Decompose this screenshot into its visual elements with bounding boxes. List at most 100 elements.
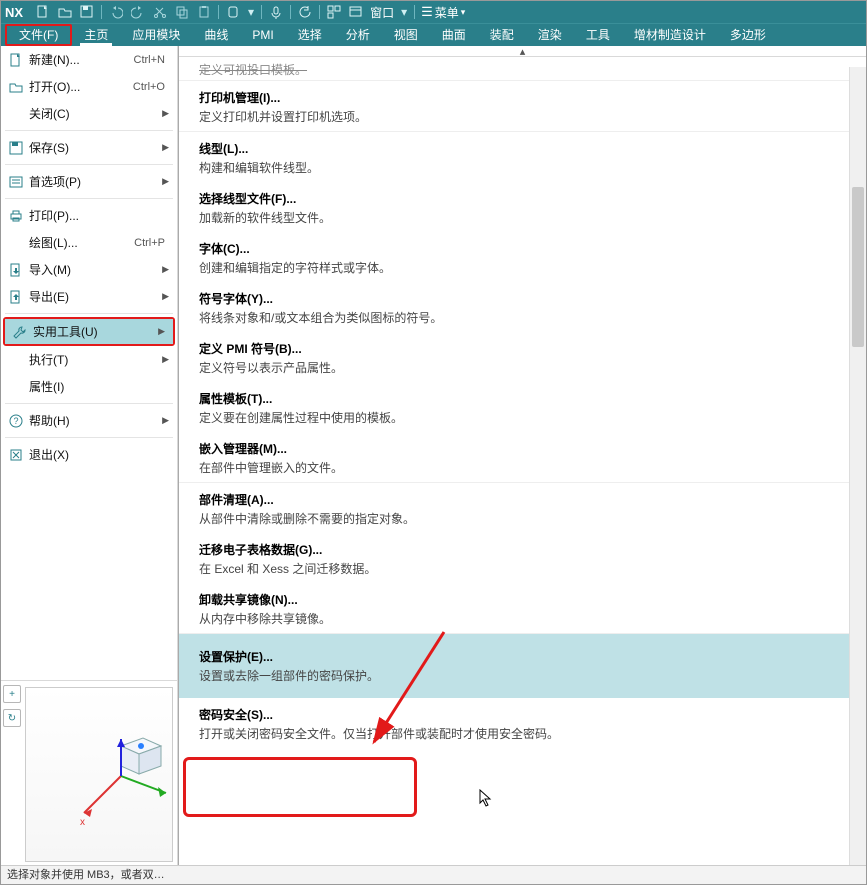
csys-triad-icon: x — [66, 721, 186, 831]
tab-render[interactable]: 渲染 — [526, 24, 574, 46]
file-exit-label: 退出(X) — [29, 446, 169, 463]
collapse-handle[interactable]: ▴ — [179, 46, 866, 57]
help-icon: ? — [7, 414, 25, 428]
file-exit[interactable]: 退出(X) — [1, 441, 177, 468]
file-open[interactable]: 打开(O)... Ctrl+O — [1, 73, 177, 100]
open-icon[interactable] — [57, 4, 73, 20]
tab-tools[interactable]: 工具 — [574, 24, 622, 46]
submenu-item-linetype[interactable]: 线型(L)... 构建和编辑软件线型。 — [179, 132, 866, 182]
file-close[interactable]: 关闭(C) ▶ — [1, 100, 177, 127]
cut-icon[interactable] — [152, 4, 168, 20]
file-execute[interactable]: 执行(T) ▶ — [1, 346, 177, 373]
submenu-item-migrate-xls[interactable]: 迁移电子表格数据(G)... 在 Excel 和 Xess 之间迁移数据。 — [179, 533, 866, 583]
file-save-label: 保存(S) — [29, 139, 158, 156]
refresh-icon[interactable] — [297, 4, 313, 20]
submenu-arrow-icon: ▶ — [162, 142, 169, 153]
scrollbar-thumb[interactable] — [852, 187, 864, 347]
tab-additive[interactable]: 增材制造设计 — [622, 24, 718, 46]
file-preferences[interactable]: 首选项(P) ▶ — [1, 168, 177, 195]
window-dropdown[interactable]: 窗口 — [370, 4, 394, 21]
menu-dropdown[interactable]: ☰ 菜单 ▾ — [421, 4, 465, 21]
submenu-item-pmi-symbols[interactable]: 定义 PMI 符号(B)... 定义符号以表示产品属性。 — [179, 332, 866, 382]
file-print[interactable]: 打印(P)... — [1, 202, 177, 229]
file-utilities[interactable]: 实用工具(U) ▶ — [5, 319, 173, 344]
submenu-item-embed-mgr[interactable]: 嵌入管理器(M)... 在部件中管理嵌入的文件。 — [179, 432, 866, 482]
file-utilities-highlight-box: 实用工具(U) ▶ — [3, 317, 175, 346]
tab-curve[interactable]: 曲线 — [192, 24, 240, 46]
preview-viewport[interactable]: x — [25, 687, 173, 862]
file-new-label: 新建(N)... — [29, 51, 130, 68]
submenu-desc: 从内存中移除共享镜像。 — [199, 610, 852, 627]
submenu-truncated-desc: 定义可视投口模板。 — [199, 61, 852, 78]
chevron-down-icon[interactable]: ▾ — [400, 4, 408, 20]
tab-analysis[interactable]: 分析 — [334, 24, 382, 46]
app-logo: NX — [5, 5, 23, 20]
submenu-item-set-protect[interactable]: 设置保护(E)... 设置或去除一组部件的密码保护。 — [179, 634, 866, 698]
file-new[interactable]: 新建(N)... Ctrl+N — [1, 46, 177, 73]
copy-icon[interactable] — [174, 4, 190, 20]
tab-file[interactable]: 文件(F) — [5, 24, 72, 46]
tab-surface[interactable]: 曲面 — [430, 24, 478, 46]
chevron-down-icon[interactable]: ▾ — [247, 4, 255, 20]
file-plot[interactable]: 绘图(L)... Ctrl+P — [1, 229, 177, 256]
checklist-icon — [7, 175, 25, 189]
import-icon — [7, 263, 25, 277]
submenu-title: 属性模板(T)... — [199, 390, 852, 407]
new-file-icon — [7, 53, 25, 67]
submenu-title: 嵌入管理器(M)... — [199, 440, 852, 457]
window-icon[interactable] — [348, 4, 364, 20]
submenu-item-viewport-template[interactable]: 定义可视投口模板。 — [179, 57, 866, 80]
tab-pmi[interactable]: PMI — [240, 24, 285, 46]
mic-icon[interactable] — [268, 4, 284, 20]
submenu-item-fonts[interactable]: 字体(C)... 创建和编辑指定的字符样式或字体。 — [179, 232, 866, 282]
file-save[interactable]: 保存(S) ▶ — [1, 134, 177, 161]
tab-app-module[interactable]: 应用模块 — [120, 24, 192, 46]
svg-text:?: ? — [13, 416, 18, 426]
menu-label-text: 菜单 — [435, 4, 459, 21]
submenu-item-printer-mgmt[interactable]: 打印机管理(I)... 定义打印机并设置打印机选项。 — [179, 81, 866, 131]
file-export[interactable]: 导出(E) ▶ — [1, 283, 177, 310]
new-icon[interactable] — [35, 4, 51, 20]
submenu-item-attr-template[interactable]: 属性模板(T)... 定义要在创建属性过程中使用的模板。 — [179, 382, 866, 432]
submenu-title: 部件清理(A)... — [199, 491, 852, 508]
file-help[interactable]: ? 帮助(H) ▶ — [1, 407, 177, 434]
file-open-label: 打开(O)... — [29, 78, 129, 95]
wrench-icon — [11, 325, 29, 339]
save-icon[interactable] — [79, 4, 95, 20]
submenu-item-unload-mirror[interactable]: 卸载共享镜像(N)... 从内存中移除共享镜像。 — [179, 583, 866, 633]
submenu-title: 符号字体(Y)... — [199, 290, 852, 307]
undo-icon[interactable] — [108, 4, 124, 20]
file-print-label: 打印(P)... — [29, 207, 169, 224]
separator — [101, 5, 102, 19]
file-close-label: 关闭(C) — [29, 105, 158, 122]
preview-refresh-icon[interactable]: ↻ — [3, 709, 21, 727]
submenu-item-pw-safe[interactable]: 密码安全(S)... 打开或关闭密码安全文件。仅当打开部件或装配时才使用安全密码… — [179, 698, 866, 748]
save-disk-icon — [7, 141, 25, 155]
submenu-title: 选择线型文件(F)... — [199, 190, 852, 207]
menu-separator — [5, 403, 173, 404]
tab-home[interactable]: 主页 — [72, 24, 120, 46]
tab-polygon[interactable]: 多边形 — [718, 24, 778, 46]
submenu-desc: 将线条对象和/或文本组合为类似图标的符号。 — [199, 309, 852, 326]
tab-view[interactable]: 视图 — [382, 24, 430, 46]
submenu-item-part-cleanup[interactable]: 部件清理(A)... 从部件中清除或删除不需要的指定对象。 — [179, 483, 866, 533]
touch-icon[interactable] — [225, 4, 241, 20]
menu-separator — [5, 313, 173, 314]
redo-icon[interactable] — [130, 4, 146, 20]
submenu-desc: 加载新的软件线型文件。 — [199, 209, 852, 226]
tab-assembly[interactable]: 装配 — [478, 24, 526, 46]
vertical-scrollbar[interactable] — [849, 67, 866, 867]
file-properties[interactable]: 属性(I) — [1, 373, 177, 400]
submenu-desc: 在 Excel 和 Xess 之间迁移数据。 — [199, 560, 852, 577]
file-import[interactable]: 导入(M) ▶ — [1, 256, 177, 283]
status-text: 选择对象并使用 MB3，或者双… — [7, 869, 165, 881]
file-plot-label: 绘图(L)... — [29, 234, 130, 251]
submenu-item-symbol-fonts[interactable]: 符号字体(Y)... 将线条对象和/或文本组合为类似图标的符号。 — [179, 282, 866, 332]
paste-icon[interactable] — [196, 4, 212, 20]
submenu-item-select-linetype[interactable]: 选择线型文件(F)... 加载新的软件线型文件。 — [179, 182, 866, 232]
file-preferences-label: 首选项(P) — [29, 173, 158, 190]
menu-separator — [5, 164, 173, 165]
preview-add-icon[interactable]: + — [3, 685, 21, 703]
tab-select[interactable]: 选择 — [286, 24, 334, 46]
tile-icon[interactable] — [326, 4, 342, 20]
